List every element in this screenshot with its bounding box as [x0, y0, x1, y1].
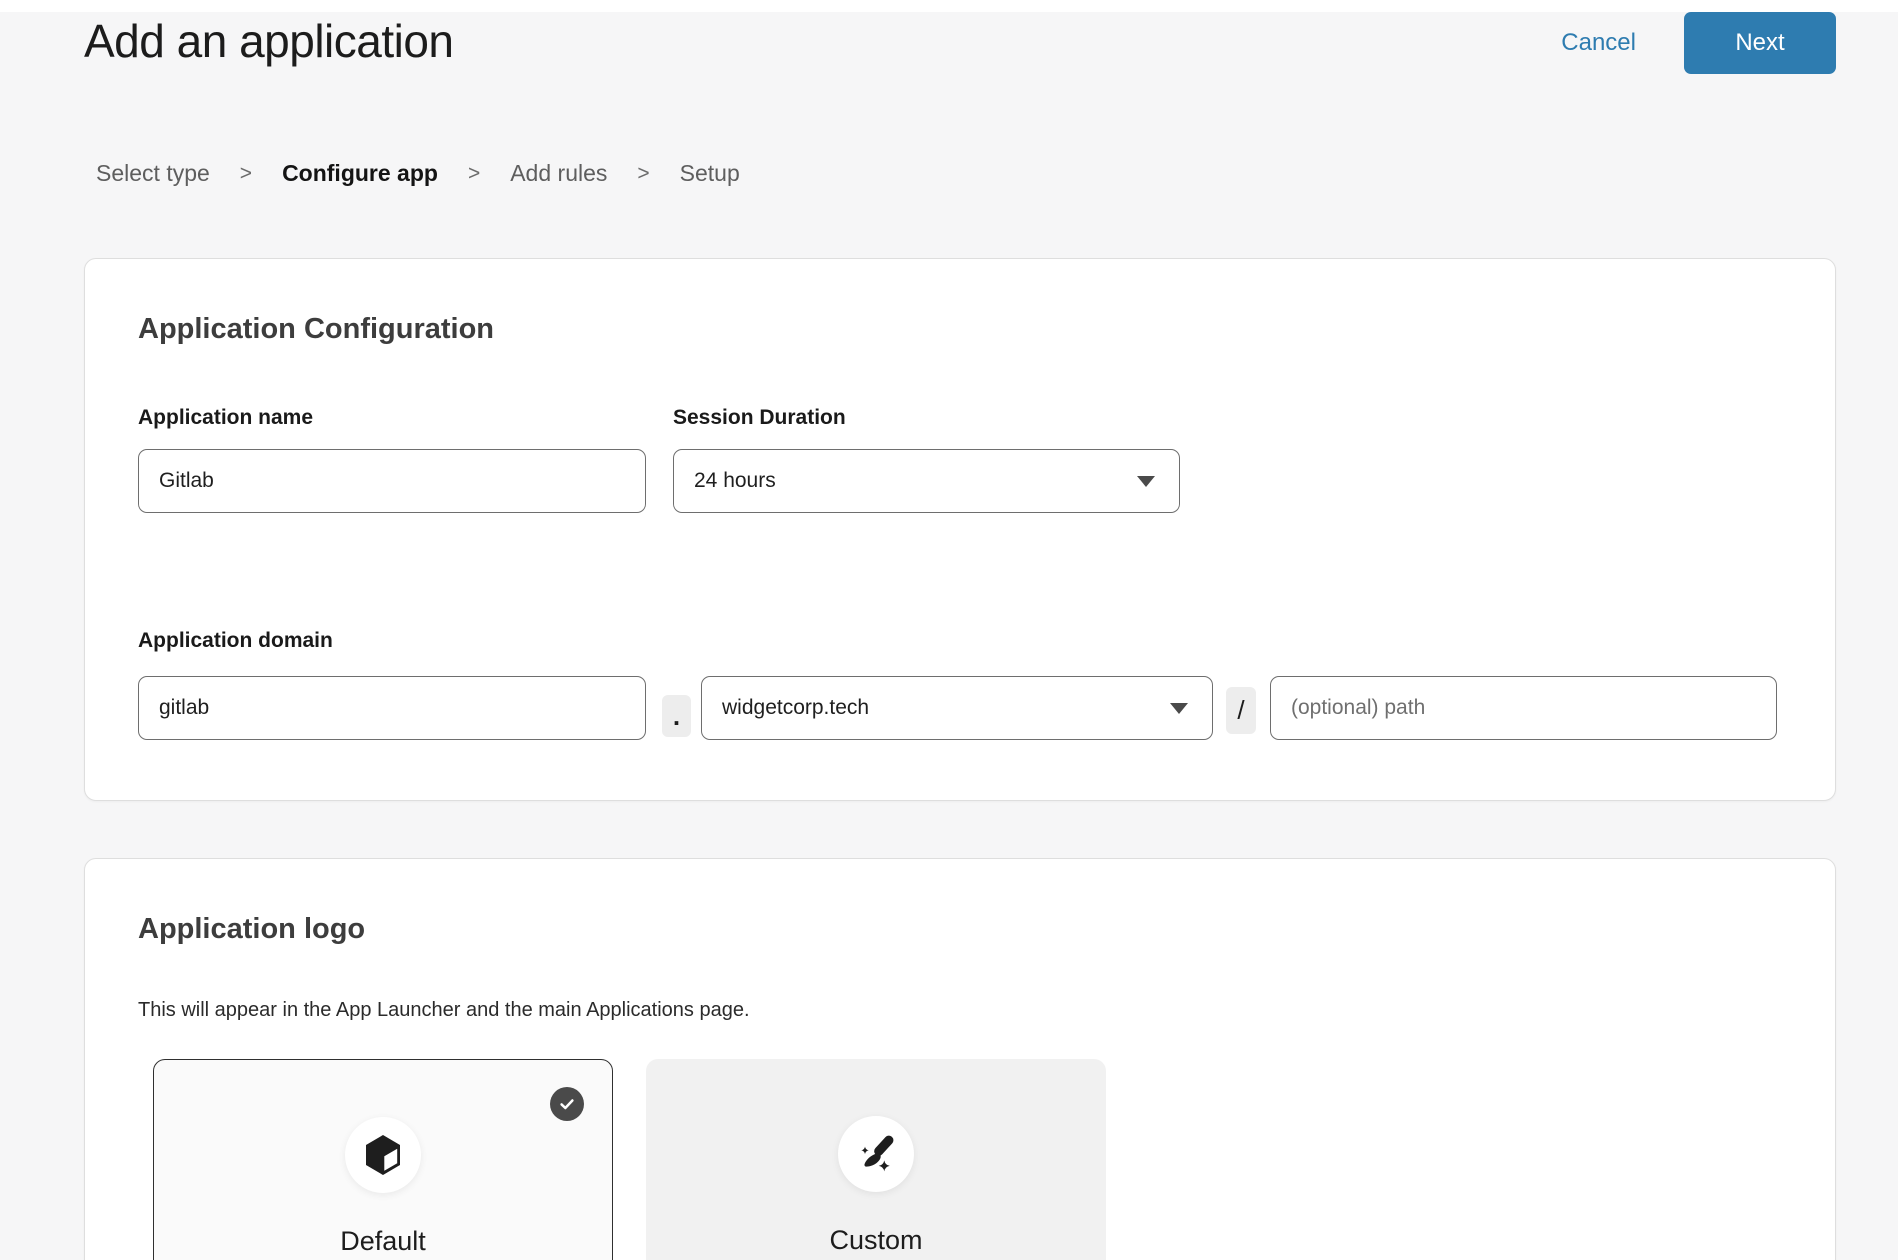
custom-logo-circle — [838, 1116, 914, 1192]
breadcrumb-separator: > — [637, 162, 649, 186]
application-logo-heading: Application logo — [138, 913, 365, 946]
application-name-label: Application name — [138, 406, 313, 430]
logo-option-default-label: Default — [154, 1226, 612, 1257]
next-button[interactable]: Next — [1684, 12, 1836, 74]
page-title: Add an application — [84, 14, 454, 68]
chevron-down-icon — [1137, 476, 1155, 487]
application-name-input[interactable] — [138, 449, 646, 513]
breadcrumb-step-configure-app[interactable]: Configure app — [282, 160, 438, 187]
top-white-strip — [0, 0, 1898, 12]
header-actions: Cancel Next — [1561, 12, 1836, 74]
breadcrumb: Select type > Configure app > Add rules … — [96, 160, 740, 187]
breadcrumb-step-add-rules[interactable]: Add rules — [510, 160, 607, 187]
application-logo-description: This will appear in the App Launcher and… — [138, 999, 750, 1022]
application-configuration-card: Application Configuration Application na… — [84, 258, 1836, 801]
application-logo-card: Application logo This will appear in the… — [84, 858, 1836, 1260]
dot-separator: . — [662, 695, 691, 737]
breadcrumb-separator: > — [468, 162, 480, 186]
breadcrumb-step-select-type[interactable]: Select type — [96, 160, 210, 187]
application-domain-label: Application domain — [138, 629, 333, 653]
domain-select[interactable]: widgetcorp.tech — [701, 676, 1213, 740]
application-configuration-heading: Application Configuration — [138, 313, 494, 346]
session-duration-select[interactable]: 24 hours — [673, 449, 1180, 513]
slash-separator: / — [1226, 687, 1256, 734]
paintbrush-icon — [854, 1132, 898, 1176]
logo-option-default[interactable]: Default — [153, 1059, 613, 1260]
subdomain-input[interactable] — [138, 676, 646, 740]
logo-option-custom[interactable]: Custom — [646, 1059, 1106, 1260]
selected-check-icon — [550, 1087, 584, 1121]
domain-value: widgetcorp.tech — [722, 696, 869, 720]
breadcrumb-separator: > — [240, 162, 252, 186]
breadcrumb-step-setup[interactable]: Setup — [680, 160, 740, 187]
session-duration-value: 24 hours — [694, 469, 776, 493]
cube-icon — [363, 1133, 403, 1177]
path-input[interactable] — [1270, 676, 1777, 740]
session-duration-label: Session Duration — [673, 406, 846, 430]
default-logo-circle — [345, 1117, 421, 1193]
chevron-down-icon — [1170, 703, 1188, 714]
logo-option-custom-label: Custom — [646, 1225, 1106, 1256]
cancel-button[interactable]: Cancel — [1561, 29, 1636, 57]
